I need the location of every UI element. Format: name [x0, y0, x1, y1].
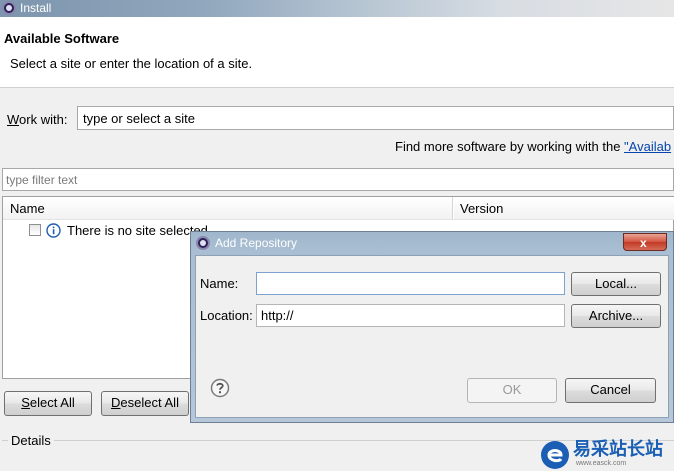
dialog-app-icon — [196, 236, 210, 250]
page-description: Select a site or enter the location of a… — [10, 56, 253, 71]
location-input[interactable]: http:// — [256, 304, 565, 327]
available-sites-link[interactable]: "Availab — [624, 139, 671, 154]
window-title-bar: Install — [0, 0, 674, 17]
select-all-mnemonic: S — [21, 395, 30, 410]
local-button[interactable]: Local... — [571, 272, 661, 296]
watermark-text: 易采站长站 — [573, 439, 663, 459]
page-title: Available Software — [4, 31, 120, 46]
cancel-button[interactable]: Cancel — [565, 378, 656, 403]
deselect-all-label: eselect All — [120, 395, 179, 410]
window-title: Install — [20, 1, 52, 15]
column-header-name[interactable]: Name — [3, 197, 453, 219]
find-more-text: Find more software by working with the "… — [395, 139, 671, 154]
name-input[interactable] — [256, 272, 565, 295]
header-divider — [3, 219, 674, 220]
find-more-label: Find more software by working with the — [395, 139, 625, 154]
work-with-mnemonic: W — [7, 112, 20, 127]
name-label: Name: — [200, 276, 239, 291]
work-with-combo[interactable]: type or select a site — [77, 106, 674, 130]
location-label: Location: — [200, 308, 253, 323]
archive-button[interactable]: Archive... — [571, 304, 661, 328]
work-with-label-rest: ork with: — [19, 112, 68, 127]
select-all-button[interactable]: Select All — [4, 391, 92, 416]
help-icon[interactable] — [210, 378, 230, 398]
watermark-subtext: www.easck.com — [576, 460, 627, 467]
header-area — [0, 17, 674, 85]
close-icon: x — [640, 236, 647, 250]
app-icon — [2, 1, 16, 15]
dialog-close-button[interactable]: x — [623, 233, 667, 251]
dialog-title: Add Repository — [215, 236, 298, 250]
deselect-all-mnemonic: D — [111, 395, 121, 410]
info-icon — [46, 223, 61, 238]
watermark-logo-icon — [541, 441, 569, 469]
column-header-version[interactable]: Version — [454, 197, 674, 219]
filter-input[interactable]: type filter text — [2, 168, 674, 191]
details-label: Details — [8, 433, 54, 448]
select-all-label: elect All — [29, 395, 75, 410]
deselect-all-button[interactable]: Deselect All — [101, 391, 189, 416]
row-checkbox[interactable] — [29, 224, 41, 236]
ok-button[interactable]: OK — [467, 378, 557, 403]
work-with-label: Work with: — [7, 112, 67, 127]
